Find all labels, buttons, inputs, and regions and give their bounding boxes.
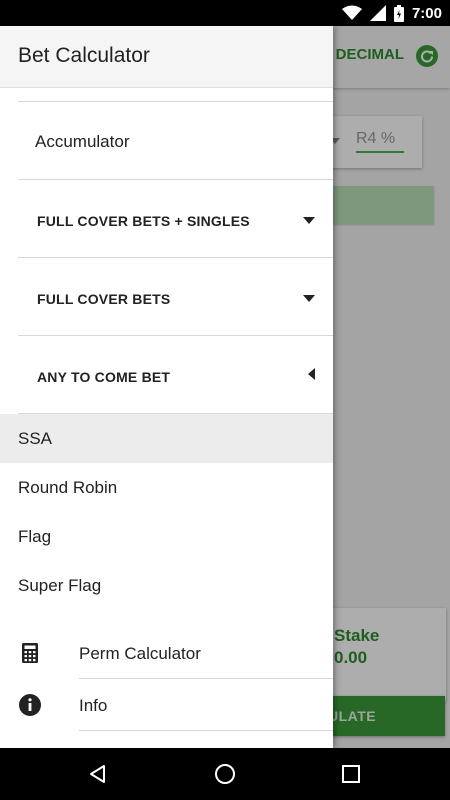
group-any-to-come-bet[interactable]: ANY TO COME BET [18,336,333,414]
divider [79,730,333,731]
cellular-icon [369,5,386,21]
calculator-icon [22,643,38,663]
drawer-header: Bet Calculator [0,26,333,88]
group-label: ANY TO COME BET [37,369,171,385]
menu-item-label: Round Robin [18,478,118,497]
menu-item-info[interactable]: Info [0,679,333,731]
menu-item-label: Flag [18,527,52,546]
menu-item-round-robin[interactable]: Round Robin [0,463,333,512]
menu-item-label: SSA [18,429,53,448]
menu-item-label: Accumulator [35,132,130,151]
system-nav-bar [0,748,450,800]
menu-item-label: Info [79,696,108,715]
menu-item-label: Perm Calculator [79,644,201,663]
menu-item-accumulator[interactable]: Accumulator [18,102,333,180]
caret-down-icon [303,217,315,224]
group-label: FULL COVER BETS + SINGLES [37,213,250,229]
status-bar: 7:00 [0,0,450,26]
group-label: FULL COVER BETS [37,291,171,307]
recents-button[interactable] [321,748,381,800]
back-icon [90,765,105,783]
menu-item-super-flag[interactable]: Super Flag [0,561,333,610]
navigation-drawer: Bet Calculator Accumulator FULL COVER BE… [0,26,333,748]
caret-down-icon [303,295,315,302]
back-button[interactable] [68,748,128,800]
caret-left-icon [308,368,315,380]
home-icon [215,764,235,784]
battery-icon [393,4,404,22]
home-button[interactable] [195,748,255,800]
info-icon [19,694,41,716]
menu-item-perm-calculator[interactable]: Perm Calculator [0,627,333,679]
menu-item-ssa[interactable]: SSA [0,414,333,463]
group-full-cover-bets[interactable]: FULL COVER BETS [18,258,333,336]
status-time: 7:00 [411,4,442,22]
menu-item-label: Super Flag [18,576,102,595]
wifi-icon [341,5,362,20]
group-full-cover-bets-singles[interactable]: FULL COVER BETS + SINGLES [18,180,333,258]
menu-item-flag[interactable]: Flag [0,512,333,561]
drawer-title: Bet Calculator [18,44,150,67]
status-icons: 7:00 [341,0,442,26]
recents-icon [342,765,360,783]
